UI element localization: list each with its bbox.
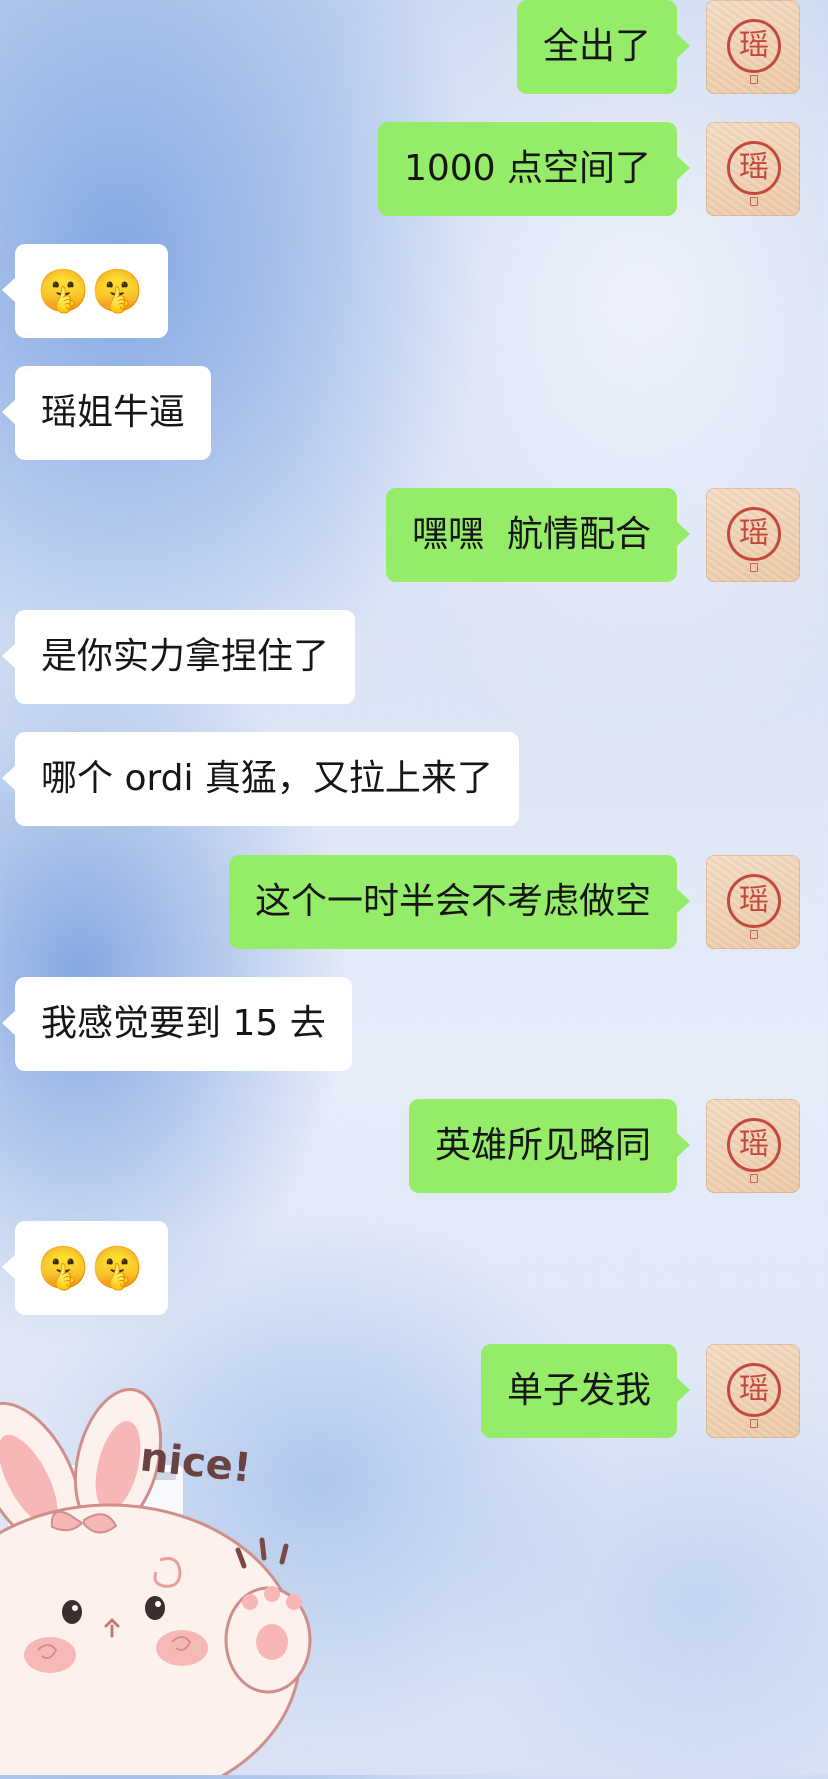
message-row: 英雄所见略同 瑶 xyxy=(0,1099,828,1193)
message-text: 单子发我 xyxy=(506,1370,651,1411)
incoming-message-bubble[interactable]: 是你实力拿捏住了 xyxy=(1,610,356,704)
outgoing-message-bubble[interactable]: 全出了 xyxy=(516,0,691,94)
message-text: 英雄所见略同 xyxy=(434,1125,651,1166)
outgoing-message-bubble[interactable]: 嘿嘿 航情配合 xyxy=(386,488,690,582)
message-row: 这个一时半会不考虑做空 瑶 xyxy=(0,855,828,949)
message-row: 1000 点空间了 瑶 xyxy=(0,122,828,216)
bunny-waving-sticker: nice! xyxy=(0,1380,360,1779)
self-avatar[interactable]: 瑶 xyxy=(706,0,800,94)
message-text: 全出了 xyxy=(542,26,651,67)
self-avatar[interactable]: 瑶 xyxy=(706,488,800,582)
outgoing-message-bubble[interactable]: 英雄所见略同 xyxy=(408,1099,691,1193)
message-row: 全出了 瑶 xyxy=(0,0,828,94)
seal-avatar-icon: 瑶 xyxy=(727,1118,781,1172)
message-text: 哪个 ordi 真猛，又拉上来了 xyxy=(41,758,493,799)
seal-avatar-icon: 瑶 xyxy=(727,507,781,561)
seal-avatar-icon: 瑶 xyxy=(727,141,781,195)
incoming-message-bubble[interactable]: 哪个 ordi 真猛，又拉上来了 xyxy=(2,732,519,826)
shushing-face-emoji: 🤫🤫 xyxy=(37,266,146,315)
message-row: 是你实力拿捏住了 xyxy=(0,610,828,704)
shushing-face-emoji: 🤫🤫 xyxy=(37,1243,146,1292)
self-avatar[interactable]: 瑶 xyxy=(706,1099,800,1193)
message-text: 瑶姐牛逼 xyxy=(41,392,186,433)
message-row: 哪个 ordi 真猛，又拉上来了 xyxy=(0,732,828,826)
seal-avatar-icon: 瑶 xyxy=(727,1363,781,1417)
self-avatar[interactable]: 瑶 xyxy=(706,1344,800,1438)
outgoing-message-bubble[interactable]: 1000 点空间了 xyxy=(377,122,691,216)
self-avatar[interactable]: 瑶 xyxy=(706,122,800,216)
message-row: 瑶姐牛逼 xyxy=(0,366,828,460)
incoming-message-bubble[interactable]: 🤫🤫 xyxy=(2,1221,168,1315)
outgoing-message-bubble[interactable]: 单子发我 xyxy=(480,1344,691,1438)
seal-avatar-icon: 瑶 xyxy=(727,19,781,73)
message-row: 嘿嘿 航情配合 瑶 xyxy=(0,488,828,582)
message-text: 我感觉要到 15 去 xyxy=(41,1003,326,1044)
incoming-message-bubble[interactable]: 🤫🤫 xyxy=(2,244,168,338)
message-row: 🤫🤫 xyxy=(0,1221,828,1315)
seal-avatar-icon: 瑶 xyxy=(727,874,781,928)
message-text: 这个一时半会不考虑做空 xyxy=(254,881,651,922)
outgoing-message-bubble[interactable]: 这个一时半会不考虑做空 xyxy=(228,855,691,949)
message-text: 1000 点空间了 xyxy=(403,148,651,189)
message-row: 🤫🤫 xyxy=(0,244,828,338)
incoming-message-bubble[interactable]: 我感觉要到 15 去 xyxy=(2,977,352,1071)
message-text: 是你实力拿捏住了 xyxy=(41,636,330,677)
chat-window: 全出了 瑶 1000 点空间了 瑶 🤫🤫 瑶姐牛逼 嘿嘿 航情配合 瑶 是你实力… xyxy=(0,0,828,1779)
message-text: 嘿嘿 航情配合 xyxy=(412,514,651,555)
incoming-message-bubble[interactable]: 瑶姐牛逼 xyxy=(1,366,212,460)
message-row: 我感觉要到 15 去 xyxy=(0,977,828,1071)
self-avatar[interactable]: 瑶 xyxy=(706,855,800,949)
